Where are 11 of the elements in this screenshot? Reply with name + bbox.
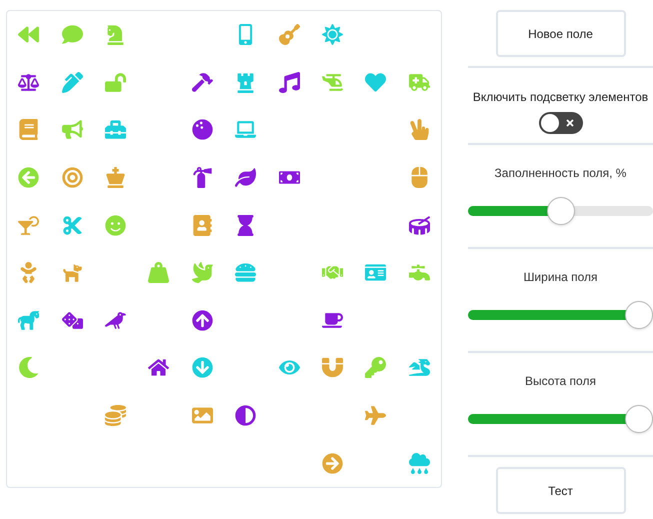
slider[interactable] (468, 300, 653, 330)
close-icon (564, 118, 574, 128)
test-button[interactable]: Тест (496, 467, 626, 514)
slider-label: Заполненность поля, % (494, 165, 626, 182)
slider-label: Высота поля (525, 373, 596, 390)
toggle-switch[interactable] (538, 112, 582, 134)
slider[interactable] (468, 404, 653, 434)
slider-label: Ширина поля (523, 269, 598, 286)
toggle-label: Включить подсветку элементов (472, 89, 648, 106)
slider[interactable] (468, 196, 653, 226)
new-field-button[interactable]: Новое поле (496, 10, 626, 57)
